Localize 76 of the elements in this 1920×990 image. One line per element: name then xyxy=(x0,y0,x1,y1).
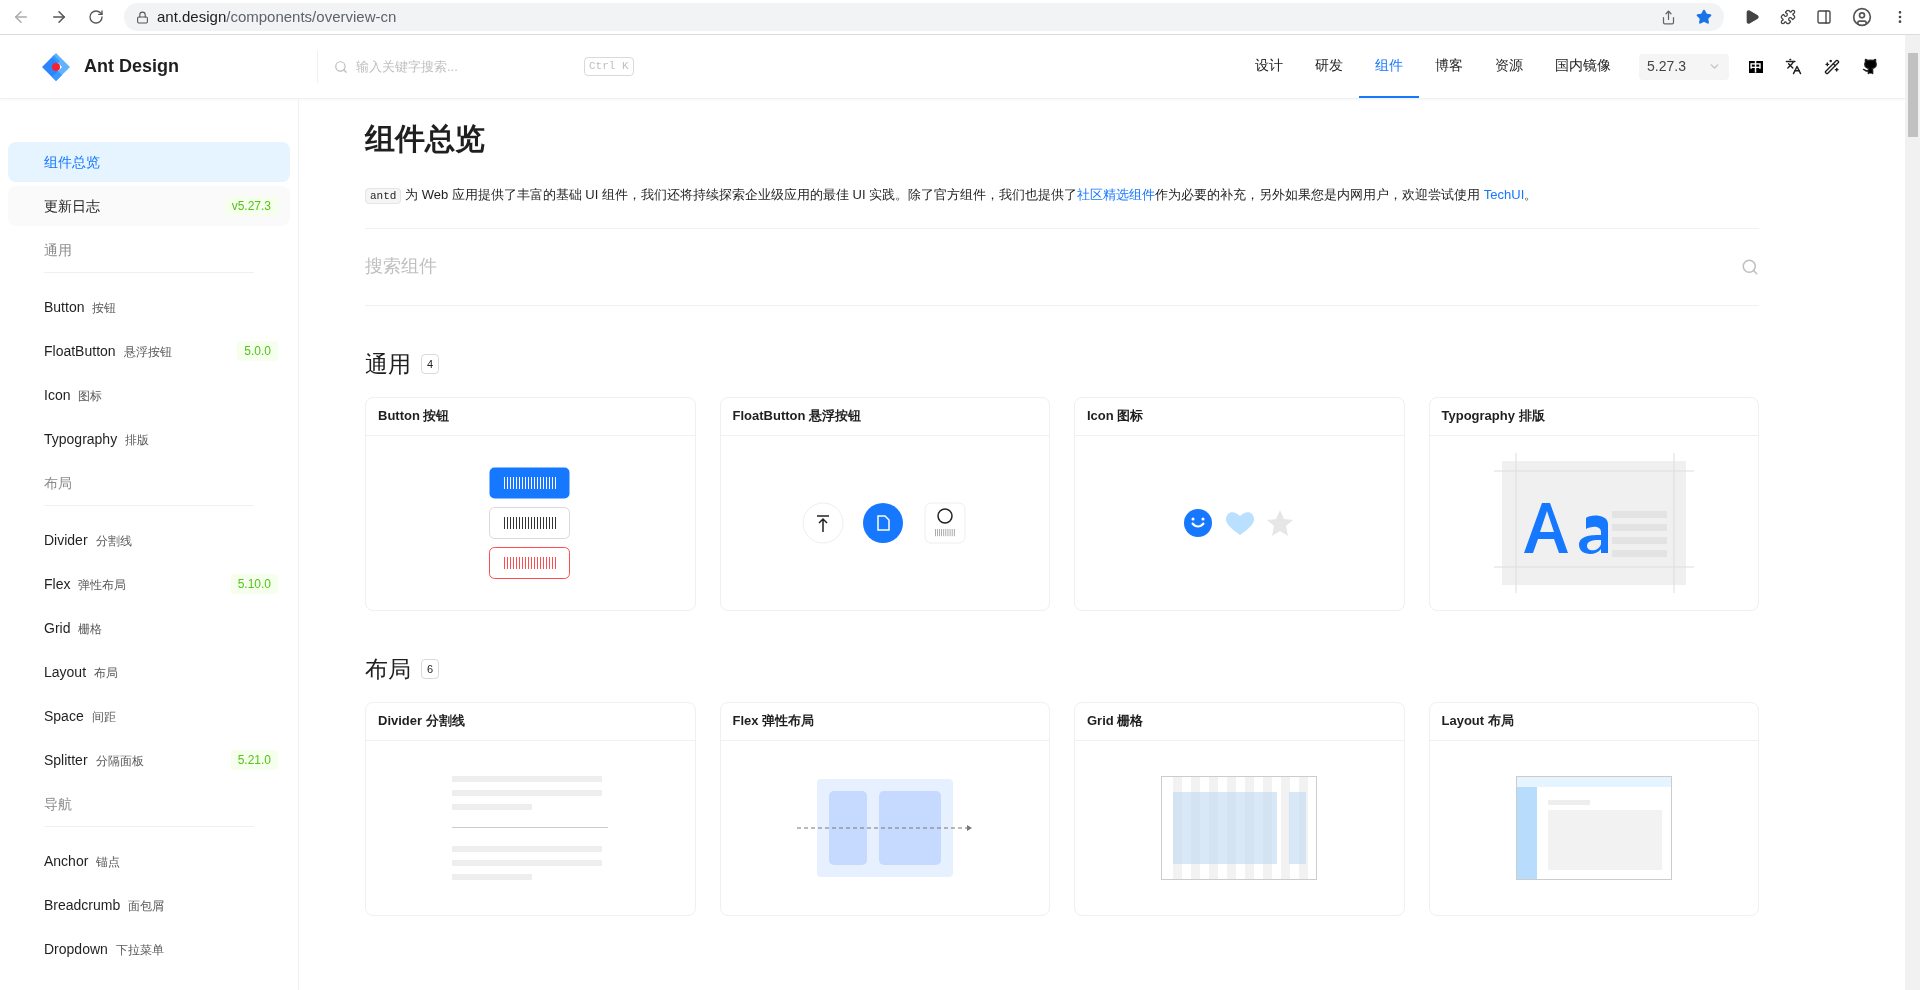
link[interactable]: TechUI xyxy=(1483,187,1525,202)
section-title: 通用 xyxy=(365,349,411,379)
link[interactable]: 社区精选组件 xyxy=(1077,187,1156,202)
component-card[interactable]: FloatButton 悬浮按钮 xyxy=(719,396,1050,611)
logo-text[interactable]: Ant Design xyxy=(84,53,179,80)
url-text: ant.design/components/overview-cn xyxy=(157,6,397,27)
nav-tab[interactable]: 博客 xyxy=(1419,35,1479,98)
version-tag: 5.0.0 xyxy=(237,341,278,361)
card-title: Divider 分割线 xyxy=(378,712,465,731)
sidebar-item[interactable]: Flex 弹性布局 5.10.0 xyxy=(8,564,290,604)
component-card[interactable]: Layout 布局 xyxy=(1428,701,1759,916)
search-field[interactable]: 输入关键字搜索... xyxy=(356,56,576,77)
component-card[interactable]: Icon 图标 xyxy=(1074,396,1405,611)
nav-tab[interactable]: 组件 xyxy=(1359,35,1419,98)
component-card[interactable]: Divider 分割线 xyxy=(365,701,696,916)
sidebar-item[interactable]: Divider 分割线 xyxy=(8,520,290,560)
share-icon[interactable] xyxy=(1661,9,1676,25)
component-card[interactable]: Typography 排版 xyxy=(1428,396,1759,611)
card-title: Grid 栅格 xyxy=(1087,712,1144,731)
sidebar-item[interactable]: Layout 布局 xyxy=(8,652,290,692)
sidebar-item[interactable]: Dropdown 下拉菜单 xyxy=(8,929,290,969)
language-toggle[interactable]: 中 xyxy=(1749,60,1763,73)
translate-icon[interactable] xyxy=(1785,58,1802,75)
sidebar-item[interactable]: Space 间距 xyxy=(8,696,290,736)
intro-text: antd 为 Web 应用提供了丰富的基础 UI 组件，我们还将持续探索企业级应用的最佳 UI 实践。除了官方组件，我们也提供了社区精选组件作为必要的补充，另外如果您是内网用户，欢迎尝试使用 TechUI。 xyxy=(365,185,1759,205)
card-title: Layout 布局 xyxy=(1441,712,1514,731)
profile-icon[interactable] xyxy=(1852,7,1872,27)
lock-icon xyxy=(136,10,149,24)
sidebar-group-title: 导航 xyxy=(44,796,72,812)
version-tag: v5.27.3 xyxy=(224,196,278,216)
play-icon[interactable] xyxy=(1744,9,1760,25)
side-panel-icon[interactable] xyxy=(1816,9,1832,25)
sidebar-item[interactable]: Icon 图标 xyxy=(8,375,290,415)
component-card[interactable]: Flex 弹性布局 xyxy=(719,701,1050,916)
sidebar-item[interactable]: Anchor 锚点 xyxy=(8,841,290,881)
sidebar-group-title: 通用 xyxy=(44,242,72,258)
count-badge: 4 xyxy=(421,353,440,374)
shortcut-key: Ctrl K xyxy=(584,57,634,76)
component-card[interactable]: Button 按钮 xyxy=(365,396,696,611)
magic-wand-icon[interactable] xyxy=(1824,58,1840,75)
component-card[interactable]: Grid 栅格 xyxy=(1074,701,1405,916)
sidebar-item[interactable]: Splitter 分隔面板 5.21.0 xyxy=(8,740,290,780)
page-title: 组件总览 xyxy=(365,121,486,157)
card-title: Flex 弹性布局 xyxy=(732,712,815,731)
sidebar-item[interactable]: Grid 栅格 xyxy=(8,608,290,648)
card-title: Typography 排版 xyxy=(1441,407,1545,426)
search-icon xyxy=(1741,257,1759,276)
count-badge: 6 xyxy=(421,658,440,679)
card-title: FloatButton 悬浮按钮 xyxy=(732,407,862,426)
inline-code: antd xyxy=(365,188,402,204)
bookmark-star-icon[interactable] xyxy=(1696,9,1712,25)
version-tag: 5.10.0 xyxy=(230,574,278,594)
sidebar-item[interactable]: Typography 排版 xyxy=(8,419,290,459)
sidebar-item[interactable]: 更新日志 v5.27.3 xyxy=(8,186,290,226)
sidebar-item[interactable]: 组件总览 xyxy=(8,142,290,182)
version-tag: 5.21.0 xyxy=(230,750,278,770)
card-title: Icon 图标 xyxy=(1087,407,1144,426)
sidebar-group-title: 布局 xyxy=(44,475,72,491)
sidebar-item[interactable]: FloatButton 悬浮按钮 5.0.0 xyxy=(8,331,290,371)
address-bar[interactable]: ant.design/components/overview-cn xyxy=(124,3,1724,31)
card-title: Button 按钮 xyxy=(378,407,450,426)
search-icon xyxy=(334,59,348,74)
github-icon[interactable] xyxy=(1862,58,1879,75)
nav-tab[interactable]: 资源 xyxy=(1479,35,1539,98)
component-search-field[interactable]: 搜索组件 xyxy=(365,253,1741,280)
nav-tab[interactable]: 研发 xyxy=(1299,35,1359,98)
reload-icon[interactable] xyxy=(88,9,104,25)
extensions-icon[interactable] xyxy=(1780,9,1796,25)
sidebar-item[interactable]: Breadcrumb 面包屑 xyxy=(8,885,290,925)
forward-icon[interactable] xyxy=(50,8,68,26)
version-select[interactable]: 5.27.3 xyxy=(1639,53,1729,80)
logo-icon[interactable] xyxy=(40,50,72,83)
sidebar-item[interactable]: Button 按钮 xyxy=(8,287,290,327)
nav-tab[interactable]: 设计 xyxy=(1239,35,1299,98)
nav-tab[interactable]: 国内镜像 xyxy=(1539,35,1627,98)
section-title: 布局 xyxy=(365,654,411,684)
